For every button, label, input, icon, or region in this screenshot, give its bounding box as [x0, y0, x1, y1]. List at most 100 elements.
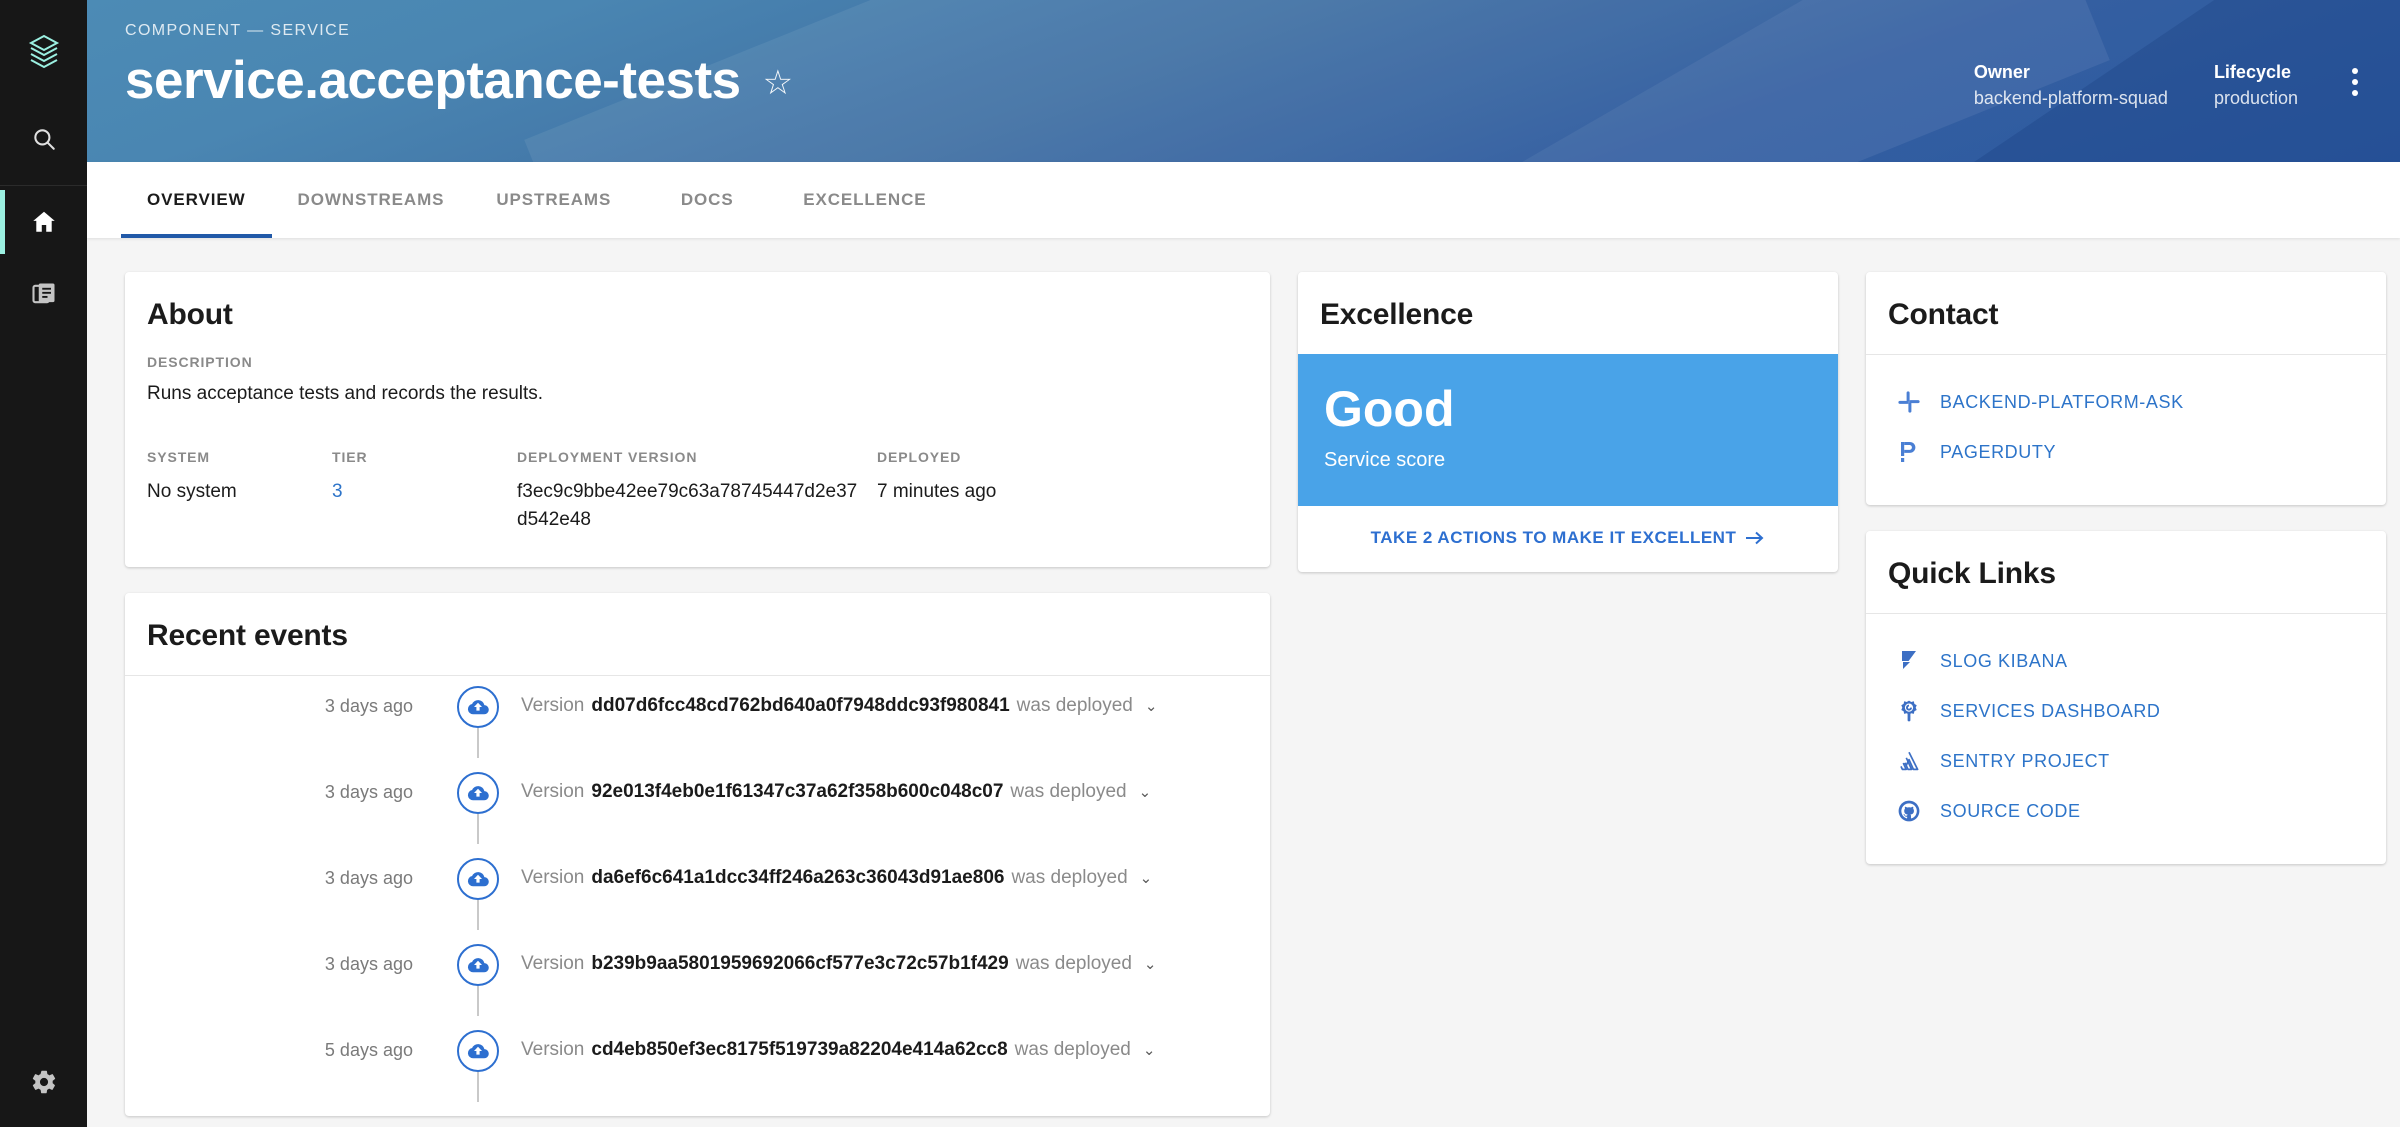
contact-card-title: Contact — [1866, 272, 2386, 355]
slack-icon — [1896, 389, 1922, 415]
event-connector-line — [477, 900, 479, 931]
about-card-title: About — [147, 298, 233, 331]
kibana-icon — [1896, 648, 1922, 674]
tab-bar: OVERVIEW DOWNSTREAMS UPSTREAMS DOCS EXCE… — [87, 162, 2400, 238]
kebab-menu-icon[interactable] — [2352, 62, 2358, 96]
event-description: Version cd4eb850ef3ec8175f519739a82204e41… — [509, 1020, 1155, 1061]
system-value: No system — [147, 481, 237, 502]
chevron-down-icon[interactable]: ⌄ — [1144, 955, 1157, 973]
event-prefix: Version — [521, 781, 585, 803]
owner-label: Owner — [1973, 62, 2030, 82]
chevron-down-icon[interactable]: ⌄ — [1143, 1041, 1156, 1059]
backstage-logo-icon[interactable] — [0, 0, 87, 105]
about-card: About DESCRIPTION Runs acceptance tests … — [125, 272, 1270, 568]
content-column-right: Contact BACKEND-PLATFORM-ASK PAGERDUTY Q… — [1866, 272, 2386, 864]
quick-link-sentry[interactable]: SENTRY PROJECT — [1888, 736, 2364, 786]
about-field-tier: TIER 3 — [332, 449, 517, 533]
breadcrumb: COMPONENT — SERVICE — [125, 22, 351, 39]
sidebar-item-docs[interactable] — [0, 258, 87, 330]
deploy-upload-icon — [457, 858, 499, 901]
chevron-down-icon[interactable]: ⌄ — [1140, 869, 1153, 887]
contact-link-slack-label: BACKEND-PLATFORM-ASK — [1940, 391, 2184, 412]
main-area: COMPONENT — SERVICE service.acceptance-t… — [87, 0, 2400, 1127]
event-prefix: Version — [521, 1039, 585, 1061]
tab-docs[interactable]: DOCS — [637, 162, 777, 238]
deployment-version-label: DEPLOYMENT VERSION — [517, 449, 698, 465]
tab-overview[interactable]: OVERVIEW — [121, 162, 272, 238]
event-row[interactable]: 5 days ago Version cd4eb850ef3ec8175f51973… — [147, 1020, 1248, 1106]
event-description: Version dd07d6fcc48cd762bd640a0f7948ddc93… — [509, 676, 1157, 717]
event-prefix: Version — [521, 867, 585, 889]
event-timeline-marker — [447, 848, 509, 931]
home-icon — [32, 211, 55, 232]
event-timestamp: 3 days ago — [324, 782, 413, 803]
sentry-icon — [1896, 748, 1922, 774]
event-row[interactable]: 3 days ago Version 92e013f4eb0e1f61347c37a… — [147, 762, 1248, 848]
content-column-middle: Excellence Good Service score TAKE 2 ACT… — [1298, 272, 1838, 572]
contact-card: Contact BACKEND-PLATFORM-ASK PAGERDUTY — [1866, 272, 2386, 505]
event-version-hash: dd07d6fcc48cd762bd640a0f7948ddc93f980841 — [591, 695, 1010, 717]
event-row[interactable]: 3 days ago Version dd07d6fcc48cd762bd640a0… — [147, 676, 1248, 762]
event-connector-line — [477, 814, 479, 845]
tier-value[interactable]: 3 — [332, 478, 517, 506]
event-timeline-marker — [447, 676, 509, 759]
chevron-down-icon[interactable]: ⌄ — [1145, 697, 1158, 715]
deployment-version-value: f3ec9c9bbe42ee79c63a78745447d2e37d542e48 — [517, 481, 858, 530]
content-column-left: About DESCRIPTION Runs acceptance tests … — [125, 272, 1270, 1117]
about-field-system: SYSTEM No system — [147, 449, 332, 533]
deployed-value: 7 minutes ago — [877, 481, 997, 502]
app-root: COMPONENT — SERVICE service.acceptance-t… — [0, 0, 2400, 1127]
sidebar-item-settings[interactable] — [0, 1037, 87, 1127]
sidebar-item-home[interactable] — [0, 186, 87, 258]
excellence-action-row: TAKE 2 ACTIONS TO MAKE IT EXCELLENT — [1298, 506, 1838, 572]
event-suffix: was deployed — [1014, 1039, 1131, 1061]
event-row[interactable]: 3 days ago Version da6ef6c641a1dcc34ff246a… — [147, 848, 1248, 934]
tab-excellence[interactable]: EXCELLENCE — [777, 162, 952, 238]
github-icon — [1896, 798, 1922, 824]
page-header: COMPONENT — SERVICE service.acceptance-t… — [87, 0, 2400, 162]
tab-upstreams[interactable]: UPSTREAMS — [470, 162, 637, 238]
deploy-upload-icon — [457, 1030, 499, 1073]
system-label: SYSTEM — [147, 449, 210, 465]
event-version-hash: 92e013f4eb0e1f61347c37a62f358b600c048c07 — [591, 781, 1004, 803]
event-timestamp: 5 days ago — [324, 1040, 413, 1061]
excellence-score-banner: Good Service score — [1298, 354, 1838, 506]
quick-link-source-code[interactable]: SOURCE CODE — [1888, 786, 2364, 836]
lifecycle-value: production — [2213, 88, 2298, 108]
event-prefix: Version — [521, 953, 585, 975]
tab-downstreams[interactable]: DOWNSTREAMS — [272, 162, 471, 238]
search-icon[interactable] — [0, 109, 87, 169]
quick-link-services-dashboard[interactable]: SERVICES DASHBOARD — [1888, 686, 2364, 736]
event-suffix: was deployed — [1011, 867, 1128, 889]
quick-link-kibana-label: SLOG KIBANA — [1940, 650, 2068, 671]
header-field-lifecycle: Lifecycle production — [2214, 62, 2298, 109]
quick-link-source-code-label: SOURCE CODE — [1940, 800, 2081, 821]
excellence-action-label: TAKE 2 ACTIONS TO MAKE IT EXCELLENT — [1370, 528, 1737, 547]
left-sidebar — [0, 0, 87, 1127]
event-description: Version da6ef6c641a1dcc34ff246a263c36043d… — [509, 848, 1152, 889]
lifecycle-label: Lifecycle — [2213, 62, 2291, 82]
contact-link-slack[interactable]: BACKEND-PLATFORM-ASK — [1888, 377, 2364, 427]
star-outline-icon[interactable]: ☆ — [763, 66, 793, 100]
event-version-hash: cd4eb850ef3ec8175f519739a82204e414a62cc8 — [591, 1039, 1008, 1061]
excellence-card: Excellence Good Service score TAKE 2 ACT… — [1298, 272, 1838, 572]
contact-links: BACKEND-PLATFORM-ASK PAGERDUTY — [1866, 355, 2386, 505]
contact-link-pagerduty[interactable]: PAGERDUTY — [1888, 427, 2364, 477]
chevron-down-icon[interactable]: ⌄ — [1139, 783, 1152, 801]
recent-events-list: 3 days ago Version dd07d6fcc48cd762bd640a0… — [125, 676, 1270, 1116]
event-row[interactable]: 3 days ago Version b239b9aa5801959692066cf… — [147, 934, 1248, 1020]
owner-value[interactable]: backend-platform-squad — [1974, 88, 2168, 109]
event-description: Version 92e013f4eb0e1f61347c37a62f358b600… — [509, 762, 1151, 803]
docs-icon — [31, 283, 54, 304]
excellence-action-link[interactable]: TAKE 2 ACTIONS TO MAKE IT EXCELLENT — [1371, 528, 1766, 548]
event-version-hash: b239b9aa5801959692066cf577e3c72c57b1f429 — [591, 953, 1009, 975]
deploy-upload-icon — [457, 686, 499, 729]
page-title: service.acceptance-tests — [125, 51, 741, 110]
event-connector-line — [477, 986, 479, 1017]
grafana-icon — [1896, 698, 1922, 724]
tier-label: TIER — [332, 449, 368, 465]
contact-link-pagerduty-label: PAGERDUTY — [1940, 441, 2057, 462]
pagerduty-icon — [1896, 439, 1922, 465]
deploy-upload-icon — [457, 944, 499, 987]
quick-link-kibana[interactable]: SLOG KIBANA — [1888, 636, 2364, 686]
